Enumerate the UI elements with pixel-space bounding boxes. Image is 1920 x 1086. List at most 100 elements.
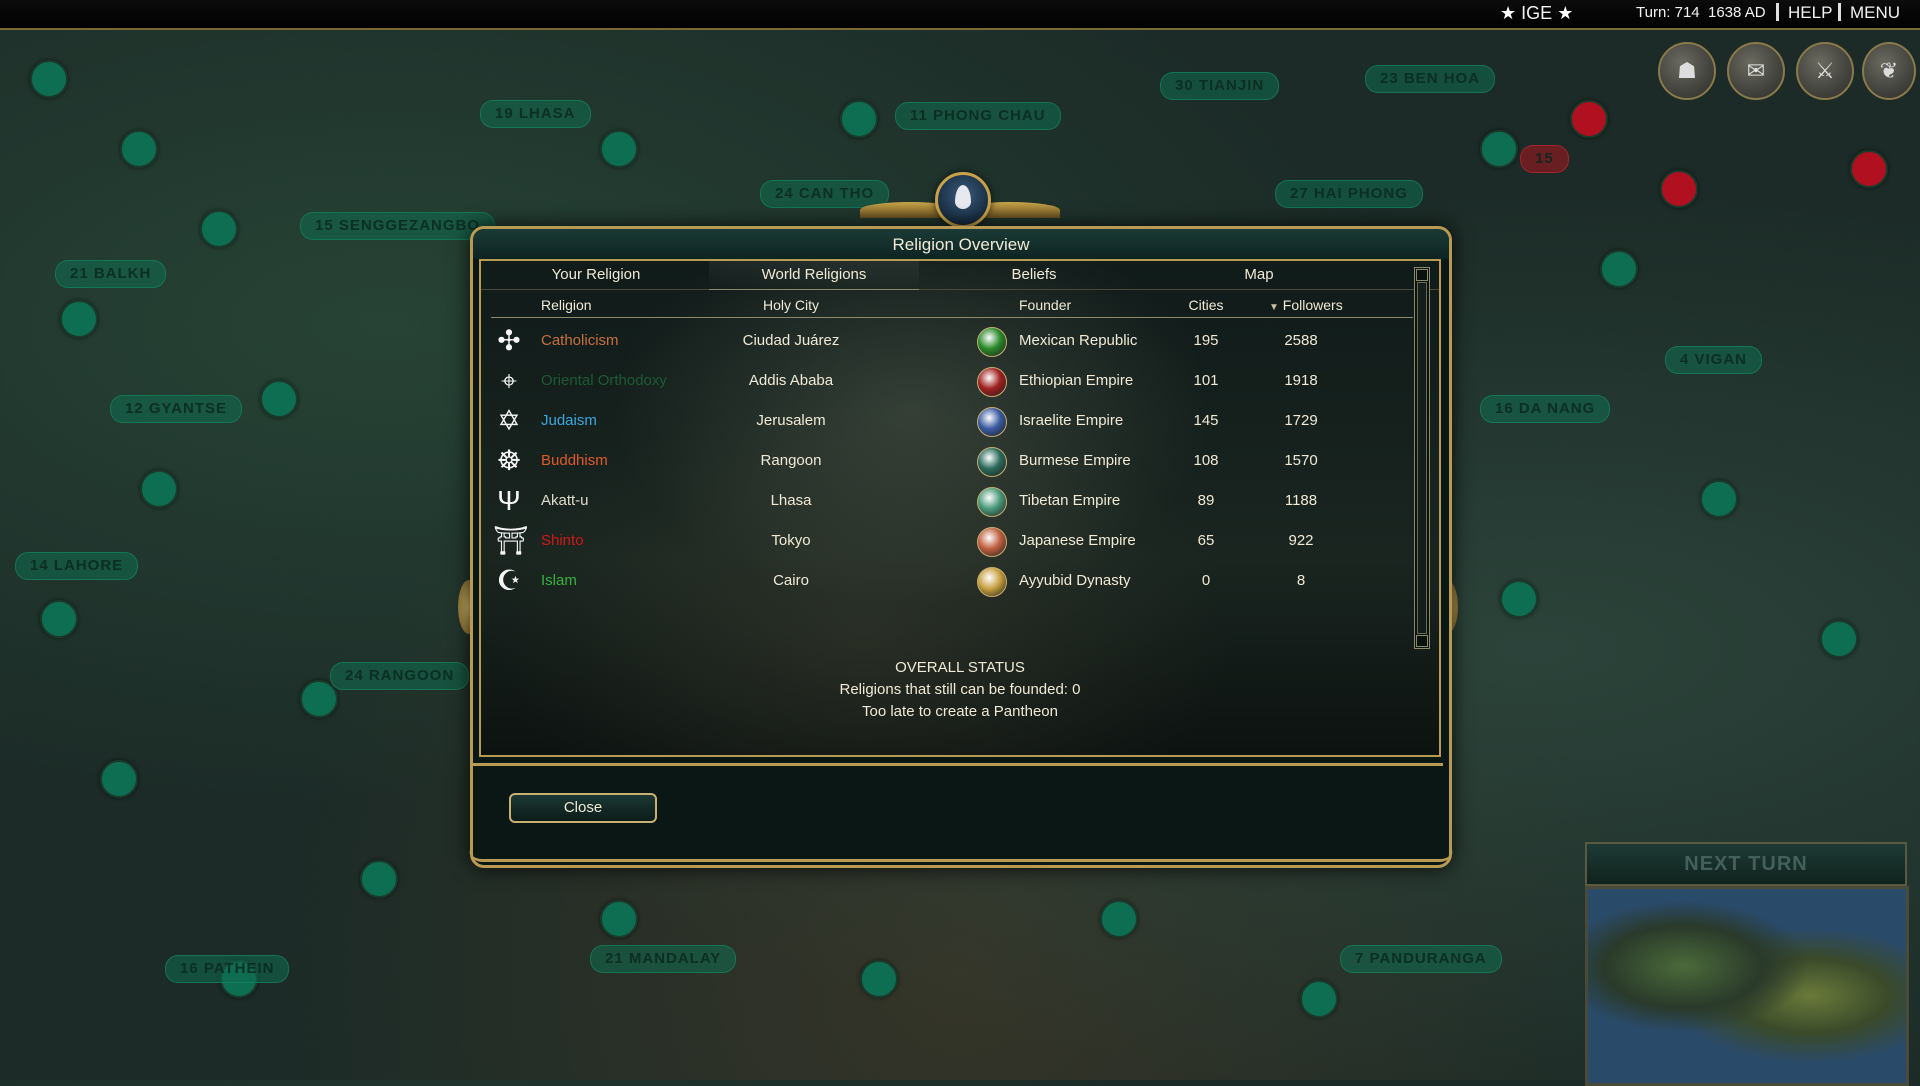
unit-icon[interactable]: [200, 210, 238, 248]
scroll-thumb[interactable]: [1417, 282, 1427, 634]
scroll-up-arrow[interactable]: [1416, 269, 1428, 281]
unit-icon[interactable]: [30, 60, 68, 98]
column-header-founder[interactable]: Founder: [1019, 297, 1071, 313]
religion-overview-dialog: Religion Overview Your Religion World Re…: [458, 160, 1458, 868]
city-banner[interactable]: 30 TIANJIN: [1160, 72, 1280, 100]
followers-count: 922: [1288, 532, 1314, 549]
city-banner[interactable]: 15 SENGGEZANGBO: [300, 212, 496, 240]
civilization-icon[interactable]: [977, 367, 1007, 397]
unit-icon[interactable]: [1480, 130, 1518, 168]
religion-row[interactable]: ✣ Catholicism Ciudad Juárez Mexican Republi…: [481, 321, 1421, 361]
unit-icon[interactable]: [1300, 980, 1338, 1018]
city-banner[interactable]: 12 GYANTSE: [110, 395, 242, 423]
founder-name: Ethiopian Empire: [1019, 372, 1134, 389]
divider: [1776, 3, 1779, 21]
city-banner[interactable]: 21 BALKH: [55, 260, 167, 288]
cities-count: 108: [1193, 452, 1219, 469]
religion-row[interactable]: ⌖ Oriental Orthodoxy Addis Ababa Ethiopian …: [481, 361, 1421, 401]
cities-count: 195: [1193, 332, 1219, 349]
city-banner[interactable]: 16 PATHEIN: [165, 955, 290, 983]
column-header-holy-city[interactable]: Holy City: [736, 297, 846, 313]
tab-beliefs[interactable]: Beliefs: [929, 261, 1139, 289]
city-banner[interactable]: 15: [1520, 145, 1569, 173]
scroll-icon: ✉: [1746, 58, 1766, 83]
enemy-unit-icon[interactable]: [1850, 150, 1888, 188]
help-button[interactable]: HELP: [1788, 3, 1832, 23]
city-banner[interactable]: 23 BEN HOA: [1365, 65, 1496, 93]
religion-row[interactable]: ✡ Judaism Jerusalem Israelite Empire 145 1729: [481, 401, 1421, 441]
column-header-followers[interactable]: ▼ Followers: [1269, 297, 1343, 313]
footer-divider: [473, 763, 1443, 766]
founder-name: Mexican Republic: [1019, 332, 1138, 349]
unit-icon[interactable]: [840, 100, 878, 138]
tab-map[interactable]: Map: [1154, 261, 1364, 289]
civilization-icon[interactable]: [977, 567, 1007, 597]
column-header-cities[interactable]: Cities: [1181, 297, 1231, 313]
unit-icon[interactable]: [1820, 620, 1858, 658]
unit-icon[interactable]: [1600, 250, 1638, 288]
religion-name: Islam: [541, 572, 577, 589]
column-header-religion[interactable]: Religion: [541, 297, 592, 313]
advisor-button[interactable]: ☗: [1658, 42, 1716, 100]
followers-count: 1570: [1284, 452, 1318, 469]
advisor-icon: ☗: [1677, 58, 1697, 83]
year-display: 1638 AD: [1708, 4, 1766, 21]
city-banner[interactable]: 19 LHASA: [480, 100, 591, 128]
military-button[interactable]: ⚔: [1796, 42, 1854, 100]
unit-icon[interactable]: [860, 960, 898, 998]
civilization-icon[interactable]: [977, 487, 1007, 517]
city-banner[interactable]: 24 RANGOON: [330, 662, 470, 690]
unit-icon[interactable]: [60, 300, 98, 338]
unit-icon[interactable]: [40, 600, 78, 638]
unit-icon[interactable]: [140, 470, 178, 508]
cities-count: 65: [1197, 532, 1215, 549]
menu-button[interactable]: MENU: [1850, 3, 1900, 23]
top-bar: ★ IGE ★ Turn: 714 1638 AD HELP MENU: [0, 0, 1920, 30]
city-banner[interactable]: 21 MANDALAY: [590, 945, 737, 973]
enemy-unit-icon[interactable]: [1660, 170, 1698, 208]
unit-icon[interactable]: [600, 900, 638, 938]
next-turn-button[interactable]: NEXT TURN: [1585, 842, 1907, 886]
civilization-icon[interactable]: [977, 447, 1007, 477]
civilization-icon[interactable]: [977, 327, 1007, 357]
enemy-unit-icon[interactable]: [1570, 100, 1608, 138]
unit-icon[interactable]: [260, 380, 298, 418]
unit-icon[interactable]: [1500, 580, 1538, 618]
religion-row[interactable]: Ψ Akatt-u Lhasa Tibetan Empire 89 1188: [481, 481, 1421, 521]
civilization-icon[interactable]: [977, 527, 1007, 557]
scrollbar[interactable]: [1414, 267, 1430, 649]
unit-icon[interactable]: [300, 680, 338, 718]
header-divider: [491, 317, 1413, 318]
holy-city: Lhasa: [770, 492, 812, 509]
cities-count: 145: [1193, 412, 1219, 429]
founder-name: Ayyubid Dynasty: [1019, 572, 1131, 589]
religion-row[interactable]: ⛩ Shinto Tokyo Japanese Empire 65 922: [481, 521, 1421, 561]
unit-icon[interactable]: [1700, 480, 1738, 518]
unit-icon[interactable]: [120, 130, 158, 168]
city-banner[interactable]: 7 PANDURANGA: [1340, 945, 1502, 973]
crescent-icon: ☪: [496, 565, 522, 596]
city-banner[interactable]: 4 VIGAN: [1665, 346, 1763, 374]
civilization-icon[interactable]: [977, 407, 1007, 437]
diplomacy-button[interactable]: ✉: [1727, 42, 1785, 100]
frame-rail: [469, 849, 1453, 862]
unit-icon[interactable]: [100, 760, 138, 798]
minimap[interactable]: [1585, 886, 1909, 1086]
ige-button[interactable]: ★ IGE ★: [1500, 3, 1573, 24]
culture-button[interactable]: ❦: [1862, 42, 1916, 100]
torii-icon: ⛩: [493, 525, 529, 556]
unit-icon[interactable]: [360, 860, 398, 898]
city-banner[interactable]: 11 PHONG CHAU: [895, 102, 1061, 130]
trident-icon: Ψ: [497, 485, 521, 516]
tab-your-religion[interactable]: Your Religion: [491, 261, 701, 289]
city-banner[interactable]: 14 LAHORE: [15, 552, 139, 580]
unit-icon[interactable]: [1100, 900, 1138, 938]
close-button[interactable]: Close: [509, 793, 657, 823]
religion-row[interactable]: ☪ Islam Cairo Ayyubid Dynasty 0 8: [481, 561, 1421, 601]
orthodox-icon: ⌖: [501, 365, 517, 396]
religion-name: Catholicism: [541, 332, 619, 349]
city-banner[interactable]: 16 DA NANG: [1480, 395, 1611, 423]
tab-world-religions[interactable]: World Religions: [709, 261, 919, 290]
scroll-down-arrow[interactable]: [1416, 635, 1428, 647]
religion-row[interactable]: ☸ Buddhism Rangoon Burmese Empire 108 1570: [481, 441, 1421, 481]
